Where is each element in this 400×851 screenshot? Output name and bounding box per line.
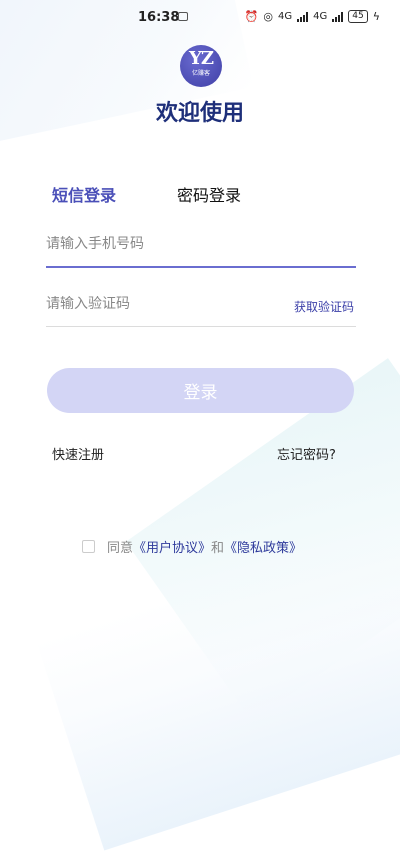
agreement-prefix: 同意 — [107, 541, 134, 556]
status-time: 16:38 — [138, 10, 180, 25]
signal-icon-2 — [332, 11, 344, 22]
agreement-conjunction: 和 — [211, 541, 225, 556]
logo-text: YZ — [189, 48, 214, 69]
tab-password-login[interactable]: 密码登录 — [177, 182, 241, 206]
verification-code-input[interactable] — [46, 296, 246, 312]
network-type-1: 4G — [278, 11, 293, 22]
status-bar: 16:38 ⏰ ◎ 4G 4G 45 ϟ — [0, 0, 400, 36]
battery-icon: 45 — [348, 10, 368, 23]
hotspot-icon: ◎ — [263, 10, 274, 23]
login-button[interactable]: 登录 — [47, 368, 354, 413]
get-code-button[interactable]: 获取验证码 — [294, 298, 354, 315]
status-icons: ⏰ ◎ 4G 4G 45 ϟ — [245, 10, 380, 23]
user-agreement-link[interactable]: 《用户协议》 — [133, 537, 211, 556]
code-field: 获取验证码 — [46, 286, 356, 327]
privacy-policy-link[interactable]: 《隐私政策》 — [224, 537, 302, 556]
logo-subtext: 亿赚客 — [191, 70, 210, 77]
agreement-row: 同意 《用户协议》 和 《隐私政策》 — [82, 537, 302, 556]
app-logo: YZ 亿赚客 — [180, 45, 222, 87]
phone-field — [46, 226, 356, 268]
network-type-2: 4G — [313, 11, 328, 22]
register-link[interactable]: 快速注册 — [52, 444, 104, 463]
welcome-title: 欢迎使用 — [155, 101, 244, 126]
background-shape-bottom — [36, 511, 400, 851]
phone-input[interactable] — [46, 236, 246, 252]
signal-icon-1 — [297, 11, 309, 22]
agreement-checkbox[interactable] — [82, 540, 95, 553]
tab-sms-login[interactable]: 短信登录 — [52, 182, 116, 206]
forgot-password-link[interactable]: 忘记密码? — [277, 444, 336, 463]
alarm-icon: ⏰ — [244, 10, 259, 23]
notification-icon — [178, 12, 188, 21]
charging-icon: ϟ — [372, 10, 380, 23]
